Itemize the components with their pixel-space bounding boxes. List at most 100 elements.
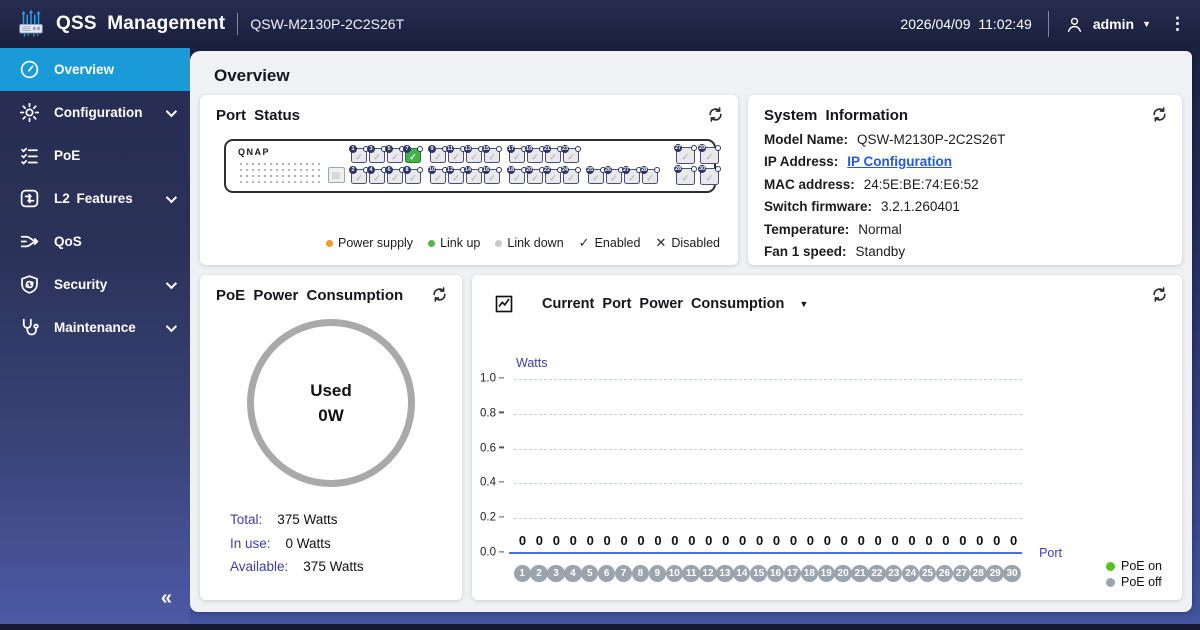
- port-22[interactable]: 22✓: [545, 169, 561, 184]
- enabled-check-icon: ✓: [567, 153, 575, 162]
- user-menu[interactable]: admin: [1093, 16, 1134, 32]
- port-number-badge: 5: [385, 145, 393, 153]
- info-label: Switch firmware:: [764, 199, 872, 214]
- port-number-badge: 16: [482, 166, 490, 174]
- port-1[interactable]: 1✓: [351, 148, 367, 163]
- refresh-icon[interactable]: [704, 105, 726, 127]
- port-26[interactable]: 26✓: [606, 169, 622, 184]
- enabled-check-icon: ✓: [409, 174, 417, 183]
- value-label: 0: [616, 533, 633, 548]
- refresh-icon[interactable]: [1148, 285, 1170, 307]
- port-tick-21: 21: [851, 565, 868, 582]
- port-10[interactable]: 10✓: [430, 169, 446, 184]
- port-25[interactable]: 25✓: [588, 169, 604, 184]
- system-info-panel: System Information Model Name:QSW-M2130P…: [748, 95, 1182, 265]
- sidebar-item-maintenance[interactable]: Maintenance: [0, 306, 190, 349]
- port-5[interactable]: 5✓: [387, 148, 403, 163]
- enabled-check-icon: ✓: [628, 174, 636, 183]
- value-label: 0: [904, 533, 921, 548]
- port-16[interactable]: 16✓: [484, 169, 500, 184]
- chevron-down-icon: [166, 320, 177, 331]
- gridline: [514, 483, 1022, 484]
- poe-indicator-icon: [715, 166, 721, 172]
- sidebar: OverviewConfigurationPoEL2 Features QoS Se…: [0, 48, 190, 624]
- port-17[interactable]: 17✓: [509, 148, 525, 163]
- system-info-rows: Model Name:QSW-M2130P-2C2S26TIP Address:…: [764, 132, 1166, 260]
- shield-icon: [18, 274, 40, 296]
- enabled-check-icon: ✓: [513, 153, 521, 162]
- port-23[interactable]: 23✓: [563, 148, 579, 163]
- port-20[interactable]: 20✓: [527, 169, 543, 184]
- refresh-icon[interactable]: [428, 285, 450, 307]
- port-19[interactable]: 19✓: [527, 148, 543, 163]
- port-tick-8: 8: [632, 565, 649, 582]
- port-status-legend: Power supplyLink upLink down✓Enabled✕Dis…: [216, 235, 722, 253]
- chart-dropdown-caret-icon[interactable]: ▼: [799, 299, 808, 309]
- gridline: [514, 414, 1022, 415]
- bottom-edge: [0, 624, 1200, 630]
- port-21[interactable]: 21✓: [545, 148, 561, 163]
- port-15[interactable]: 15✓: [484, 148, 500, 163]
- value-label: 0: [650, 533, 667, 548]
- y-tick-label: 0.4: [474, 477, 504, 489]
- system-info-row: Switch firmware:3.2.1.260401: [764, 199, 1166, 214]
- port-number-badge: 9: [428, 145, 436, 153]
- port-number-badge: 20: [525, 166, 533, 174]
- enabled-check-icon: ✓: [706, 174, 714, 183]
- more-menu-icon[interactable]: ⋮: [1169, 14, 1186, 34]
- port-tick-23: 23: [885, 565, 902, 582]
- port-24[interactable]: 24✓: [563, 169, 579, 184]
- chart-type-icon[interactable]: [494, 294, 514, 314]
- ip-configuration-link[interactable]: IP Configuration: [847, 154, 952, 169]
- chevron-down-icon: [166, 191, 177, 202]
- port-9[interactable]: 9✓: [430, 148, 446, 163]
- port-number-badge: 10: [428, 166, 436, 174]
- poe-consumption-panel: PoE Power Consumption Used 0W Total:375 …: [200, 275, 462, 600]
- port-2[interactable]: 2✓: [351, 169, 367, 184]
- main-card: Overview Port Status QNAP: [190, 51, 1192, 612]
- port-28[interactable]: 28✓: [676, 168, 695, 185]
- chevron-down-icon: [166, 277, 177, 288]
- x-axis-label: Port: [1039, 546, 1062, 560]
- sidebar-item-overview[interactable]: Overview: [0, 48, 190, 91]
- port-13[interactable]: 13✓: [466, 148, 482, 163]
- port-tick-20: 20: [834, 565, 851, 582]
- refresh-icon[interactable]: [1148, 105, 1170, 127]
- port-18[interactable]: 18✓: [509, 169, 525, 184]
- user-caret-icon[interactable]: ▼: [1142, 19, 1151, 29]
- port-tick-24: 24: [902, 565, 919, 582]
- port-12[interactable]: 12✓: [448, 169, 464, 184]
- sidebar-item-poe[interactable]: PoE: [0, 134, 190, 177]
- info-label: Model Name:: [764, 132, 848, 147]
- port-30[interactable]: 30✓: [700, 168, 719, 185]
- port-6[interactable]: 6✓: [387, 169, 403, 184]
- port-7[interactable]: 7✓: [405, 148, 421, 163]
- port-number-badge: 21: [543, 145, 551, 153]
- sidebar-collapse-button[interactable]: «: [161, 587, 172, 610]
- port-8[interactable]: 8✓: [405, 169, 421, 184]
- port-28[interactable]: 28✓: [642, 169, 658, 184]
- sidebar-item-configuration[interactable]: Configuration: [0, 91, 190, 134]
- sidebar-item-label: QoS: [54, 234, 82, 249]
- port-4[interactable]: 4✓: [369, 169, 385, 184]
- port-number-badge: 24: [561, 166, 569, 174]
- port-11[interactable]: 11✓: [448, 148, 464, 163]
- chart-metric-dropdown[interactable]: Current Port Power Consumption: [542, 296, 784, 312]
- port-27[interactable]: 27✓: [624, 169, 640, 184]
- l2-grid-icon: [18, 188, 40, 210]
- sidebar-item-security[interactable]: Security: [0, 263, 190, 306]
- port-14[interactable]: 14✓: [466, 169, 482, 184]
- value-label: 0: [666, 533, 683, 548]
- sidebar-item-qos[interactable]: QoS: [0, 220, 190, 263]
- value-label: 0: [717, 533, 734, 548]
- port-tick-1: 1: [514, 565, 531, 582]
- port-group: 1✓3✓5✓7✓: [351, 148, 421, 163]
- value-label: 0: [870, 533, 887, 548]
- port-29[interactable]: 29✓: [700, 147, 719, 164]
- port-27[interactable]: 27✓: [676, 147, 695, 164]
- legend-dot-icon: [1106, 578, 1115, 587]
- sidebar-item-l2-features[interactable]: L2 Features: [0, 177, 190, 220]
- port-number-badge: 22: [543, 166, 551, 174]
- value-label: 0: [1005, 533, 1022, 548]
- port-3[interactable]: 3✓: [369, 148, 385, 163]
